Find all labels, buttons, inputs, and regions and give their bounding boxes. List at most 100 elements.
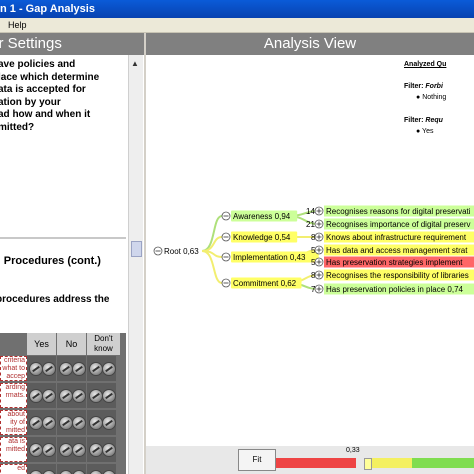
radio-option-icon[interactable] — [89, 362, 103, 376]
settings-header: ter Settings — [0, 33, 144, 55]
radio-option-icon[interactable] — [59, 443, 73, 457]
answer-table: Yes No Don't know criteria what to accep… — [0, 333, 126, 474]
answer-cell — [57, 356, 86, 381]
radio-option-icon[interactable] — [29, 362, 43, 376]
scroll-up-icon[interactable]: ▲ — [131, 59, 139, 68]
answer-cell — [57, 464, 86, 474]
question-line: ata is accepted for — [0, 84, 86, 95]
radio-option-icon[interactable] — [42, 389, 56, 403]
leaf-label: Recognises importance of digital preserv — [326, 220, 471, 229]
gauge-yellow — [372, 458, 412, 468]
category-label: Implementation 0,43 — [233, 253, 306, 262]
row-label: ata is mitted — [0, 437, 27, 462]
answer-cell — [57, 437, 86, 462]
tree-root-label: Root 0,63 — [164, 247, 199, 256]
analysis-tree: Root 0,63 Awareness 0,94 Knowledge 0,54 Imp… — [153, 205, 474, 295]
radio-option-icon[interactable] — [29, 470, 43, 474]
answer-cell — [27, 383, 56, 408]
radio-option-icon[interactable] — [29, 443, 43, 457]
menu-help[interactable]: Help — [8, 18, 27, 32]
radio-option-icon[interactable] — [102, 443, 116, 457]
category-label: Awareness 0,94 — [233, 212, 291, 221]
leaf-count: 14 — [306, 207, 315, 216]
radio-option-icon[interactable] — [72, 389, 86, 403]
header-blank — [0, 333, 27, 355]
answer-cell — [87, 464, 116, 474]
row-label: criteria what to accep — [0, 356, 27, 381]
menu-bar: Help — [0, 18, 474, 33]
settings-panel: ter Settings ave policies and lace which… — [0, 33, 144, 474]
radio-option-icon[interactable] — [102, 470, 116, 474]
row-label: ed — [0, 464, 27, 474]
radio-option-icon[interactable] — [89, 443, 103, 457]
radio-option-icon[interactable] — [59, 416, 73, 430]
radio-option-icon[interactable] — [42, 362, 56, 376]
radio-option-icon[interactable] — [89, 470, 103, 474]
question-line: lace which determine — [0, 71, 100, 83]
analysis-panel: Analysis View Analyzed Qu Filter: Forbi … — [146, 33, 474, 474]
answer-cell — [87, 410, 116, 435]
gauge-green — [412, 458, 474, 468]
gauge-value: 0,33 — [346, 447, 360, 454]
section-title: d Procedures (cont.) — [0, 255, 107, 267]
question-line: procedures address the — [0, 294, 110, 305]
radio-option-icon[interactable] — [89, 389, 103, 403]
window-title: n 1 - Gap Analysis — [0, 3, 95, 15]
leaf-count: 21 — [306, 220, 315, 229]
radio-option-icon[interactable] — [59, 389, 73, 403]
leaf-label: Has data and access management strat — [326, 246, 468, 255]
leaf-label: Has preservation strategies implement — [326, 258, 463, 267]
answer-cell — [57, 383, 86, 408]
leaf-label: Has preservation policies in place 0,74 — [326, 285, 464, 294]
radio-option-icon[interactable] — [42, 443, 56, 457]
section-divider — [0, 237, 126, 239]
question-text: ave policies and lace which determine at… — [0, 59, 128, 134]
leaf-label: Knows about infrastructure requirement — [326, 233, 467, 242]
row-label: about ity of mitted — [0, 410, 27, 435]
score-gauge: 0,33 — [276, 446, 474, 474]
radio-option-icon[interactable] — [102, 416, 116, 430]
radio-option-icon[interactable] — [102, 389, 116, 403]
gauge-marker — [364, 458, 372, 470]
radio-option-icon[interactable] — [29, 389, 43, 403]
radio-option-icon[interactable] — [72, 470, 86, 474]
radio-option-icon[interactable] — [29, 416, 43, 430]
bottom-bar: Fit 0,33 — [146, 446, 474, 474]
answer-cell — [27, 437, 56, 462]
radio-option-icon[interactable] — [72, 443, 86, 457]
section-title-label: d Procedures (cont.) — [0, 255, 101, 267]
question-line: ad how and when it — [0, 109, 91, 120]
category-label: Knowledge 0,54 — [233, 233, 291, 242]
leaf-label: Recognises the responsibility of librari… — [326, 271, 469, 280]
question-line: ation by your — [0, 96, 61, 108]
radio-option-icon[interactable] — [72, 362, 86, 376]
gauge-red — [276, 458, 356, 468]
radio-option-icon[interactable] — [102, 362, 116, 376]
answer-cell — [87, 383, 116, 408]
answer-cell — [87, 437, 116, 462]
question-line: ave policies and — [0, 59, 76, 70]
fit-button[interactable]: Fit — [238, 449, 276, 471]
radio-option-icon[interactable] — [42, 470, 56, 474]
category-label: Commitment 0,62 — [233, 279, 297, 288]
answer-cell — [27, 464, 56, 474]
leaf-label: Recognises reasons for digital preservat… — [326, 207, 471, 216]
col-header-no: No — [57, 333, 86, 355]
answer-cell — [57, 410, 86, 435]
radio-option-icon[interactable] — [59, 470, 73, 474]
radio-option-icon[interactable] — [59, 362, 73, 376]
answer-cell — [27, 356, 56, 381]
answer-cell — [27, 410, 56, 435]
row-label: arding rmats. — [0, 383, 27, 408]
answer-cell — [87, 356, 116, 381]
settings-scrollbar[interactable]: ▲ — [128, 55, 143, 474]
scroll-thumb[interactable] — [131, 241, 142, 257]
col-header-dont-know: Don't know — [87, 333, 120, 355]
radio-option-icon[interactable] — [89, 416, 103, 430]
radio-option-icon[interactable] — [42, 416, 56, 430]
radio-option-icon[interactable] — [72, 416, 86, 430]
question-2-text: procedures address the — [0, 293, 113, 306]
col-header-yes: Yes — [27, 333, 56, 355]
settings-header-label: ter Settings — [0, 35, 62, 52]
question-line: mitted? — [0, 121, 35, 133]
